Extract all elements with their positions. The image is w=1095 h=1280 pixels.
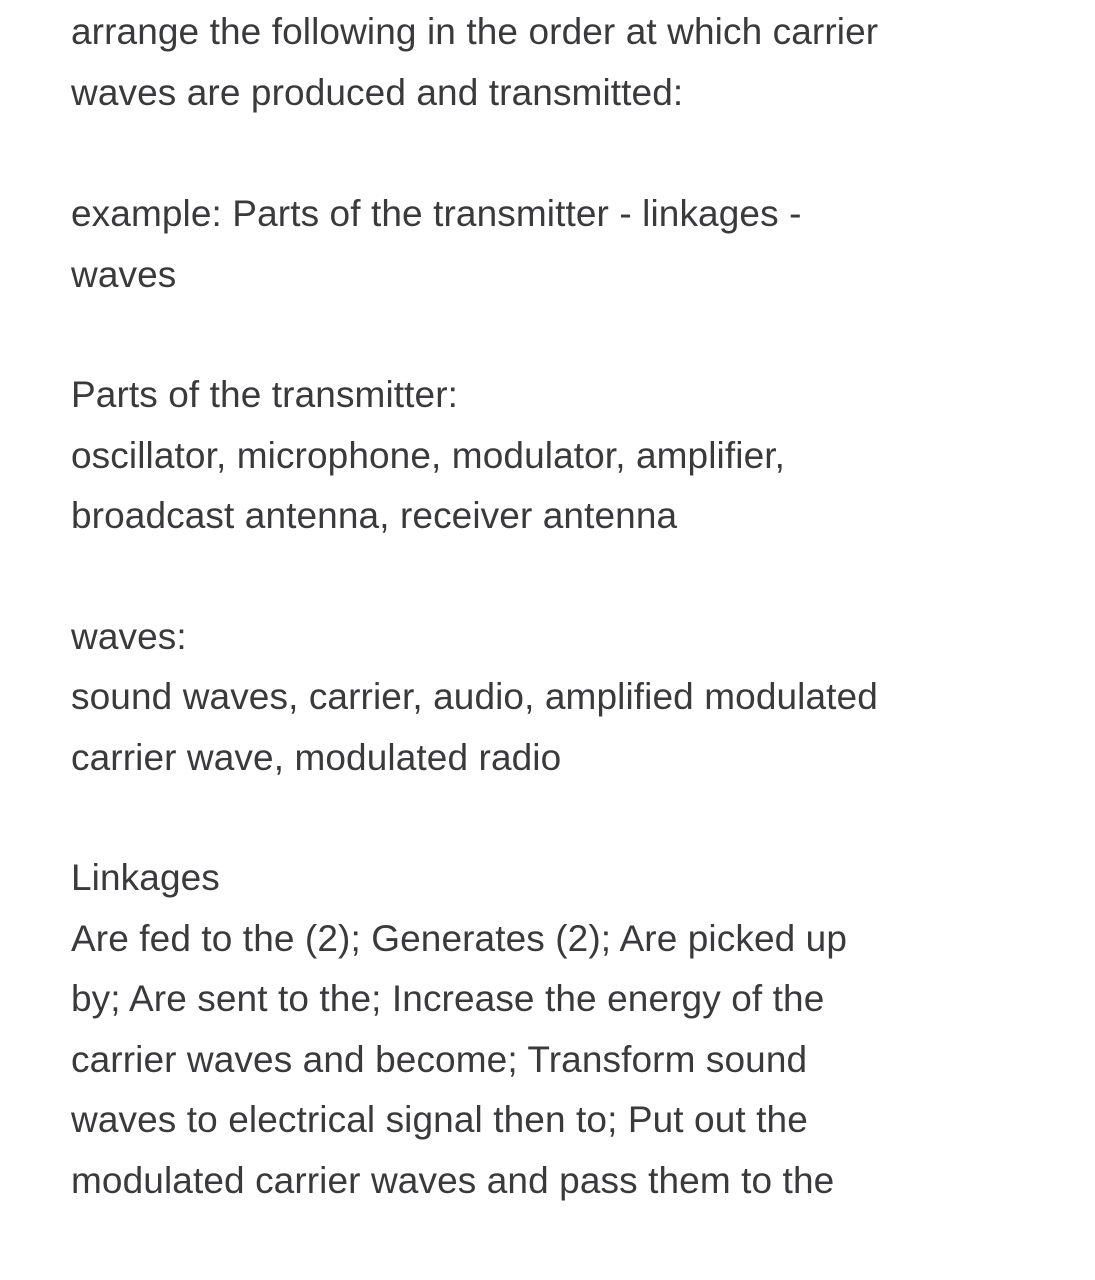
text-line: arrange the following in the order at wh… bbox=[71, 11, 879, 52]
text-line: carrier wave, modulated radio bbox=[71, 736, 562, 778]
text-line: modulated carrier waves and pass them to… bbox=[71, 1159, 835, 1201]
waves-section: waves: sound waves, carrier, audio, ampl… bbox=[71, 607, 1031, 789]
section-heading: Parts of the transmitter: bbox=[71, 374, 459, 415]
text-line: by; Are sent to the; Increase the energy… bbox=[71, 978, 825, 1019]
example-paragraph: example: Parts of the transmitter - link… bbox=[71, 184, 1031, 305]
text-line: sound waves, carrier, audio, amplified m… bbox=[71, 676, 878, 717]
linkages-section: Linkages Are fed to the (2); Generates (… bbox=[71, 848, 1031, 1211]
section-heading: Linkages bbox=[71, 857, 220, 898]
document-page: arrange the following in the order at wh… bbox=[71, 2, 1031, 1211]
section-heading: waves: bbox=[71, 615, 187, 657]
instruction-paragraph: arrange the following in the order at wh… bbox=[71, 2, 1031, 123]
parts-of-transmitter-section: Parts of the transmitter: oscillator, mi… bbox=[71, 365, 1031, 547]
text-line: carrier waves and become; Transform soun… bbox=[71, 1038, 808, 1080]
text-line: oscillator, microphone, modulator, ampli… bbox=[71, 434, 786, 476]
text-line: broadcast antenna, receiver antenna bbox=[71, 495, 678, 536]
text-line: example: Parts of the transmitter - link… bbox=[71, 193, 802, 234]
text-line: waves to electrical signal then to; Put … bbox=[71, 1099, 808, 1140]
text-line: Are fed to the (2); Generates (2); Are p… bbox=[71, 917, 848, 959]
text-line: waves are produced and transmitted: bbox=[71, 71, 684, 113]
text-line: waves bbox=[71, 253, 177, 295]
